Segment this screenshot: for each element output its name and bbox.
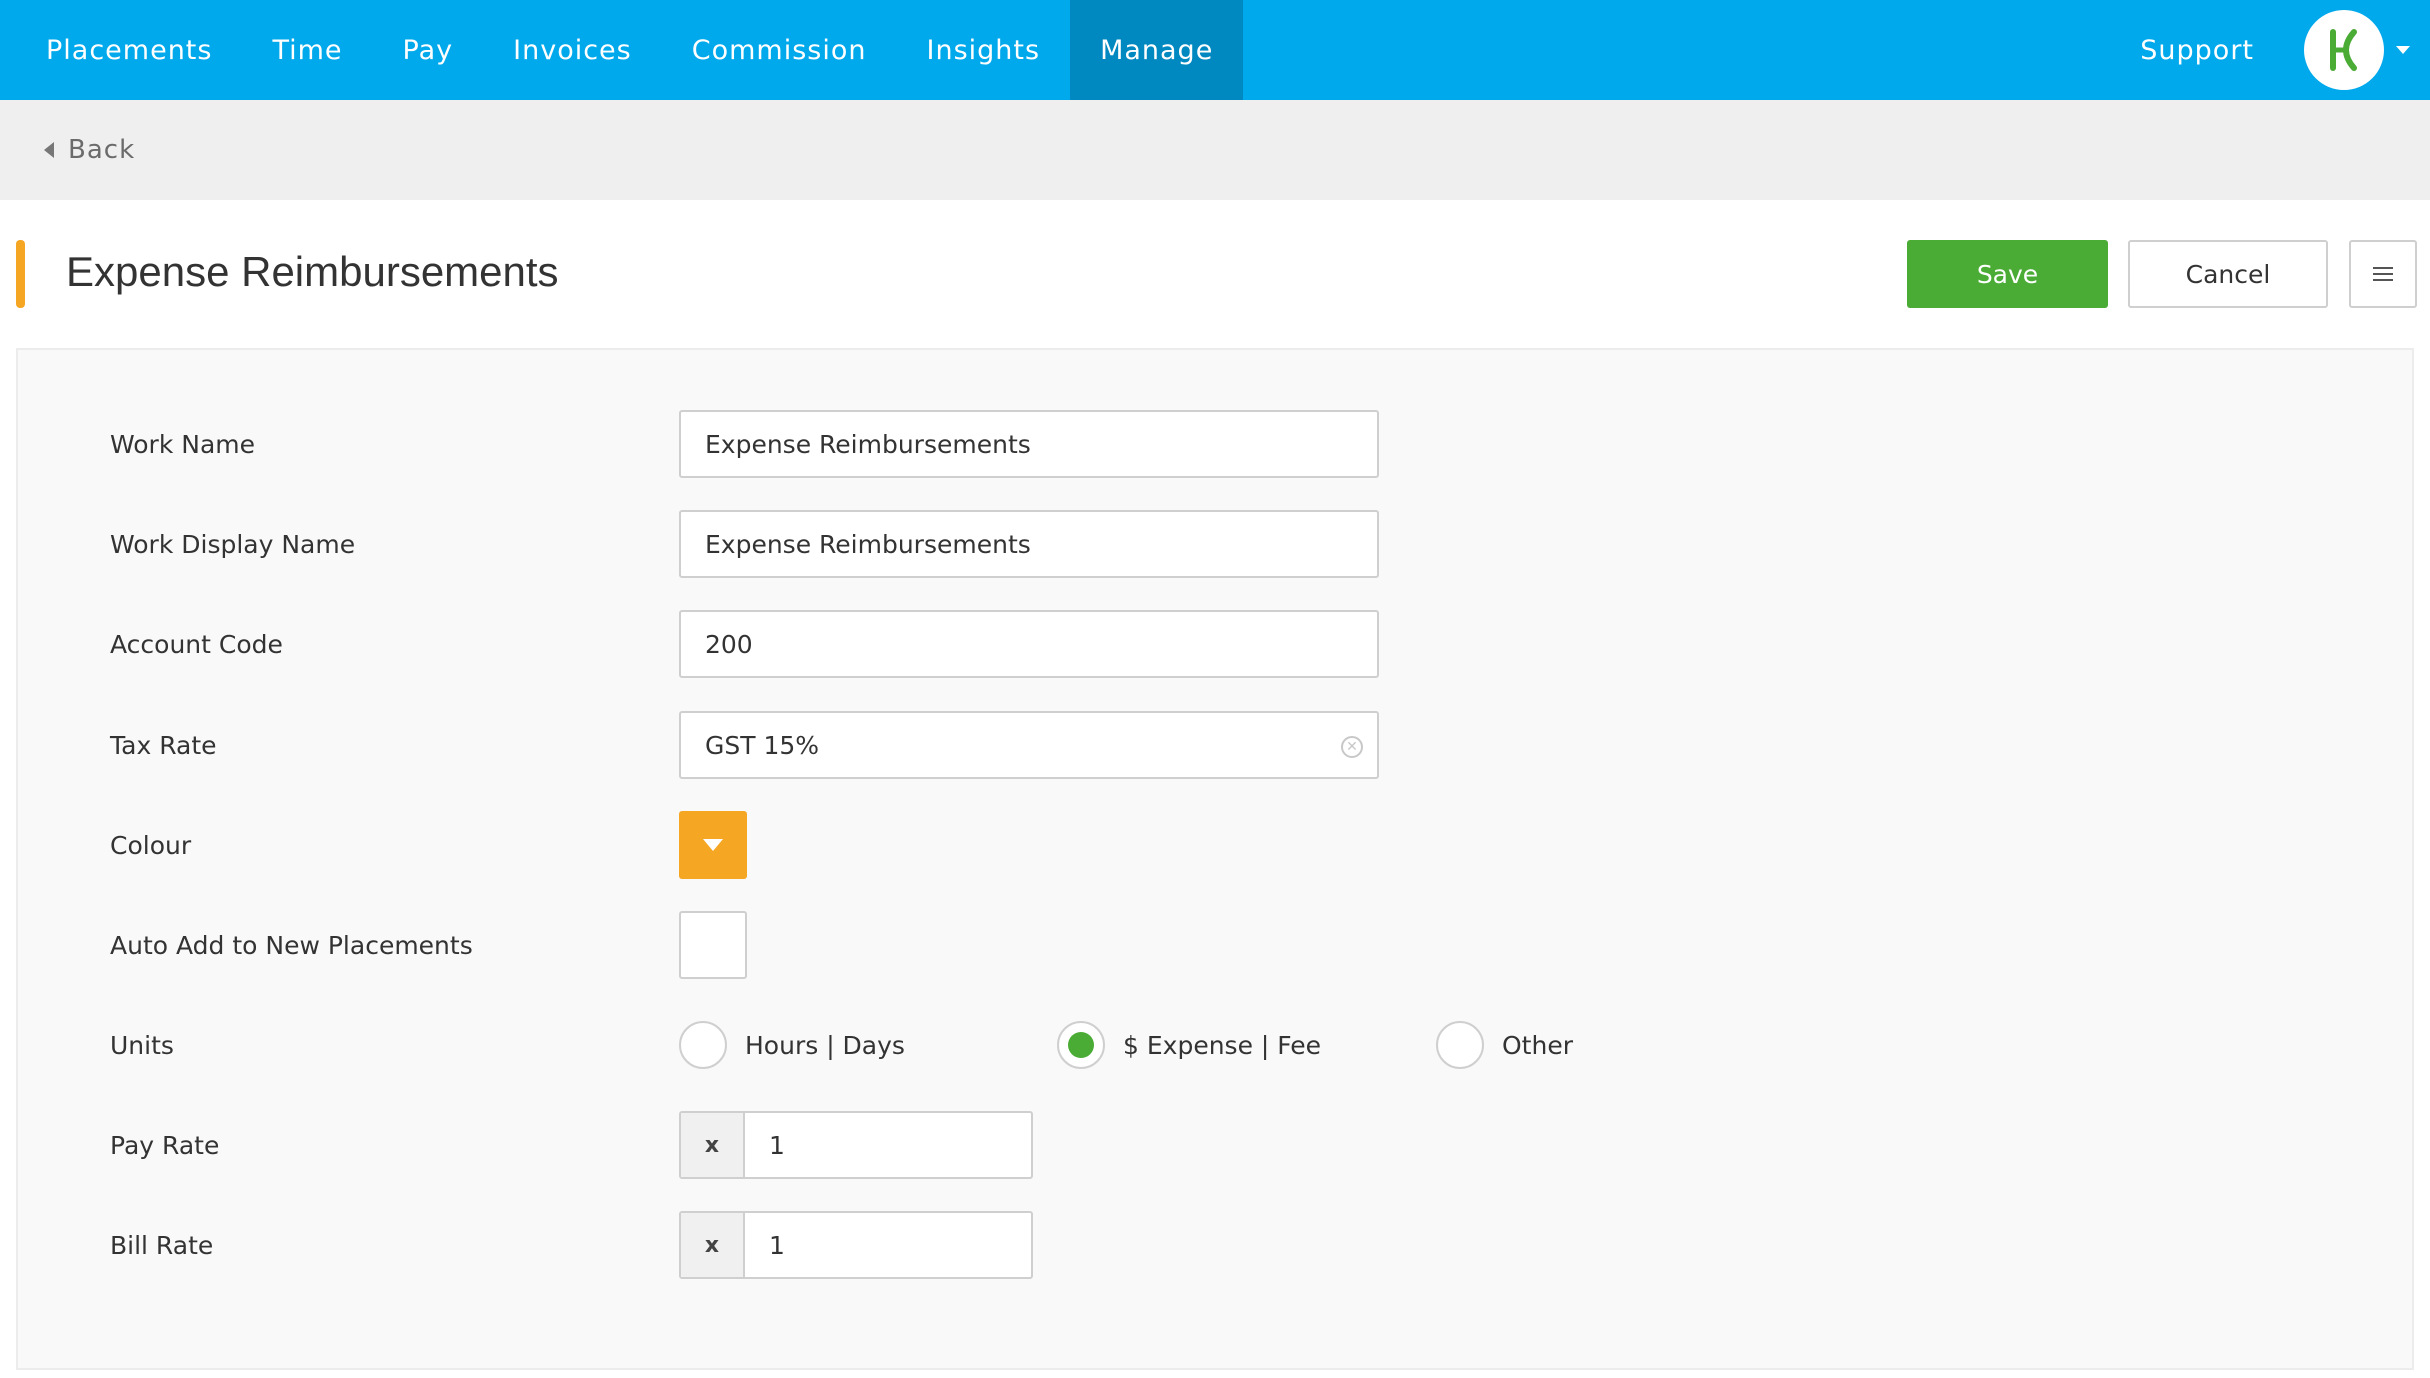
nav-right: Support	[2140, 0, 2430, 100]
colour-label: Colour	[110, 830, 192, 860]
back-bar: Back	[0, 100, 2430, 200]
work-name-label: Work Name	[110, 429, 256, 459]
row-auto-add: Auto Add to New Placements	[18, 911, 2412, 979]
nav-item-time[interactable]: Time	[242, 0, 372, 100]
avatar[interactable]	[2304, 10, 2384, 90]
pay-rate-input[interactable]: 1	[745, 1113, 1031, 1177]
bill-rate-label: Bill Rate	[110, 1230, 214, 1260]
top-navigation: Placements Time Pay Invoices Commission …	[0, 0, 2430, 100]
back-label: Back	[68, 135, 136, 165]
menu-button[interactable]	[2349, 240, 2417, 308]
nav-item-placements[interactable]: Placements	[16, 0, 242, 100]
row-account-code: Account Code 200	[18, 610, 2412, 678]
bill-rate-input[interactable]: 1	[745, 1213, 1031, 1277]
units-option-label: Other	[1502, 1030, 1573, 1060]
multiplier-prefix: x	[681, 1213, 745, 1277]
k-logo-icon	[2330, 29, 2357, 71]
units-option-label: $ Expense | Fee	[1123, 1030, 1322, 1060]
units-option-expense-fee[interactable]: $ Expense | Fee	[1057, 1011, 1321, 1079]
multiplier-prefix: x	[681, 1113, 745, 1177]
work-name-input[interactable]: Expense Reimbursements	[679, 410, 1379, 478]
radio-hours-days[interactable]	[679, 1021, 727, 1069]
caret-down-icon	[703, 839, 723, 851]
pay-rate-label: Pay Rate	[110, 1130, 220, 1160]
units-option-label: Hours | Days	[745, 1030, 905, 1060]
page-header: Expense Reimbursements Save Cancel	[0, 200, 2430, 348]
work-form: Work Name Expense Reimbursements Work Di…	[16, 348, 2414, 1370]
hamburger-icon	[2373, 263, 2393, 285]
row-units: Units Hours | Days $ Expense | Fee Other	[18, 1011, 2412, 1079]
pay-rate-field: x 1	[679, 1111, 1033, 1179]
nav-item-invoices[interactable]: Invoices	[483, 0, 662, 100]
row-work-name: Work Name Expense Reimbursements	[18, 410, 2412, 478]
auto-add-checkbox[interactable]	[679, 911, 747, 979]
nav-item-insights[interactable]: Insights	[897, 0, 1071, 100]
nav-menu: Placements Time Pay Invoices Commission …	[0, 0, 1244, 100]
row-work-display-name: Work Display Name Expense Reimbursements	[18, 510, 2412, 578]
cancel-button[interactable]: Cancel	[2128, 240, 2328, 308]
work-display-name-input[interactable]: Expense Reimbursements	[679, 510, 1379, 578]
caret-left-icon	[44, 142, 54, 158]
units-option-other[interactable]: Other	[1436, 1011, 1573, 1079]
tax-rate-value: GST 15%	[705, 730, 820, 760]
clear-icon[interactable]: ✕	[1341, 736, 1363, 758]
account-code-input[interactable]: 200	[679, 610, 1379, 678]
units-option-hours-days[interactable]: Hours | Days	[679, 1011, 905, 1079]
radio-expense-fee[interactable]	[1057, 1021, 1105, 1069]
units-label: Units	[110, 1030, 174, 1060]
row-tax-rate: Tax Rate GST 15% ✕	[18, 711, 2412, 779]
chevron-down-icon[interactable]	[2396, 46, 2410, 54]
nav-item-manage[interactable]: Manage	[1070, 0, 1244, 100]
auto-add-label: Auto Add to New Placements	[110, 930, 473, 960]
nav-item-pay[interactable]: Pay	[373, 0, 484, 100]
work-display-name-label: Work Display Name	[110, 529, 356, 559]
support-link[interactable]: Support	[2140, 35, 2254, 66]
row-bill-rate: Bill Rate x 1	[18, 1211, 2412, 1279]
back-link[interactable]: Back	[44, 135, 135, 165]
save-button[interactable]: Save	[1907, 240, 2108, 308]
row-colour: Colour	[18, 811, 2412, 879]
nav-item-commission[interactable]: Commission	[662, 0, 897, 100]
tax-rate-label: Tax Rate	[110, 730, 217, 760]
colour-picker-button[interactable]	[679, 811, 747, 879]
row-pay-rate: Pay Rate x 1	[18, 1111, 2412, 1179]
bill-rate-field: x 1	[679, 1211, 1033, 1279]
colour-accent-bar	[16, 240, 25, 308]
account-code-label: Account Code	[110, 629, 283, 659]
page-title: Expense Reimbursements	[66, 248, 559, 295]
radio-other[interactable]	[1436, 1021, 1484, 1069]
tax-rate-select[interactable]: GST 15% ✕	[679, 711, 1379, 779]
